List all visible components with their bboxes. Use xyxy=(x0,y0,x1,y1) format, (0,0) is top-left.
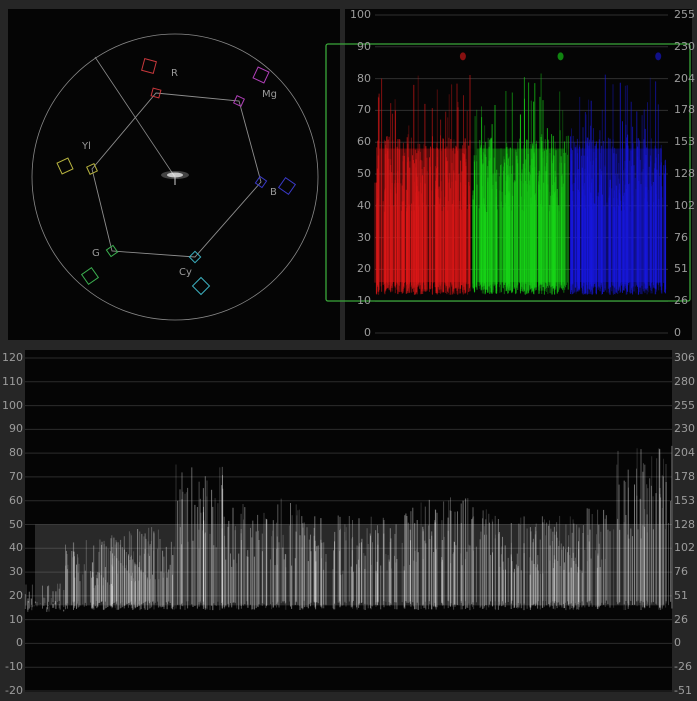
parade-ire-tick-label: 70 xyxy=(357,103,371,117)
rgb-parade-graticule xyxy=(325,14,691,334)
waveform-ire-tick-label: 110 xyxy=(2,374,23,388)
target-label-g: G xyxy=(92,248,100,259)
parade-ire-tick-label: 0 xyxy=(364,326,371,339)
luma-waveform-panel xyxy=(24,350,673,692)
parade-code-tick-label: 230 xyxy=(674,39,695,53)
red-channel-trace xyxy=(374,52,471,295)
rgb-parade-panel xyxy=(325,9,692,340)
parade-code-tick-label: 0 xyxy=(674,326,681,339)
waveform-ire-tick-label: 70 xyxy=(9,469,23,483)
waveform-ire-tick-label: 10 xyxy=(9,612,23,626)
parade-code-tick-label: 76 xyxy=(674,230,688,244)
luma-trace xyxy=(24,445,673,612)
waveform-code-tick-label: 0 xyxy=(674,636,681,650)
waveform-code-tick-label: 51 xyxy=(674,588,688,602)
target-outer-b xyxy=(277,176,297,196)
parade-ire-tick-label: 100 xyxy=(350,8,371,21)
waveform-ire-tick-label: 80 xyxy=(9,446,23,460)
parade-ire-tick-label: 40 xyxy=(357,198,371,212)
parade-ire-tick-label: 90 xyxy=(357,39,371,53)
parade-code-tick-label: 255 xyxy=(674,8,695,21)
waveform-ire-tick-label: 50 xyxy=(9,517,23,531)
parade-ire-tick-label: 80 xyxy=(357,71,371,85)
waveform-code-tick-label: 204 xyxy=(674,446,695,460)
waveform-ire-tick-label: 20 xyxy=(9,588,23,602)
target-label-mg: Mg xyxy=(262,89,277,100)
waveform-code-tick-label: 178 xyxy=(674,469,695,483)
parade-ire-tick-label: 10 xyxy=(357,294,371,308)
waveform-ire-tick-label: 0 xyxy=(16,636,23,650)
target-label-yl: Yl xyxy=(81,141,91,152)
target-label-cy: Cy xyxy=(179,267,192,278)
parade-code-tick-label: 204 xyxy=(674,71,695,85)
waveform-code-tick-label: 76 xyxy=(674,565,688,579)
waveform-ire-tick-label: -20 xyxy=(5,684,23,697)
parade-code-tick-label: 128 xyxy=(674,167,695,180)
waveform-code-tick-label: 280 xyxy=(674,374,695,388)
parade-code-tick-label: 102 xyxy=(674,198,695,212)
target-outer-r xyxy=(141,58,157,74)
target-outer-cy xyxy=(191,276,211,296)
parade-ire-tick-label: 60 xyxy=(357,135,371,149)
waveform-ire-tick-label: 100 xyxy=(2,398,23,412)
parade-ire-tick-label: 50 xyxy=(357,167,371,180)
waveform-code-tick-label: 26 xyxy=(674,612,688,626)
waveform-code-tick-label: 306 xyxy=(674,351,695,364)
target-outer-yl xyxy=(56,157,74,175)
green-channel-trace xyxy=(472,52,569,295)
waveform-ire-tick-label: 90 xyxy=(9,422,23,436)
waveform-code-tick-label: 255 xyxy=(674,398,695,412)
vectorscope-trace xyxy=(161,171,189,185)
waveform-ire-tick-label: -10 xyxy=(5,660,23,674)
parade-code-tick-label: 26 xyxy=(674,294,688,308)
waveform-code-tick-label: 230 xyxy=(674,422,695,436)
target-label-r: R xyxy=(171,68,178,79)
waveform-code-tick-label: -51 xyxy=(674,684,692,697)
parade-code-tick-label: 51 xyxy=(674,262,688,276)
vectorscope-graticule: R Mg B Cy G Yl xyxy=(31,33,319,321)
waveform-ire-tick-label: 40 xyxy=(9,541,23,555)
target-outer-g xyxy=(80,266,100,286)
parade-ire-tick-label: 20 xyxy=(357,262,371,276)
parade-ire-tick-label: 30 xyxy=(357,230,371,244)
target-label-b: B xyxy=(270,187,277,198)
waveform-code-tick-label: 102 xyxy=(674,541,695,555)
parade-code-tick-label: 178 xyxy=(674,103,695,117)
luma-waveform-graticule xyxy=(24,357,673,692)
waveform-code-tick-label: 128 xyxy=(674,517,695,531)
blue-channel-trace xyxy=(570,52,667,295)
waveform-ire-tick-label: 120 xyxy=(2,351,23,364)
vectorscope-panel: R Mg B Cy G Yl xyxy=(8,9,340,340)
parade-code-tick-label: 153 xyxy=(674,135,695,149)
waveform-code-tick-label: 153 xyxy=(674,493,695,507)
waveform-ire-tick-label: 60 xyxy=(9,493,23,507)
target-outer-mg xyxy=(252,66,270,84)
waveform-ire-tick-label: 30 xyxy=(9,565,23,579)
skin-tone-line xyxy=(94,56,176,178)
waveform-code-tick-label: -26 xyxy=(674,660,692,674)
